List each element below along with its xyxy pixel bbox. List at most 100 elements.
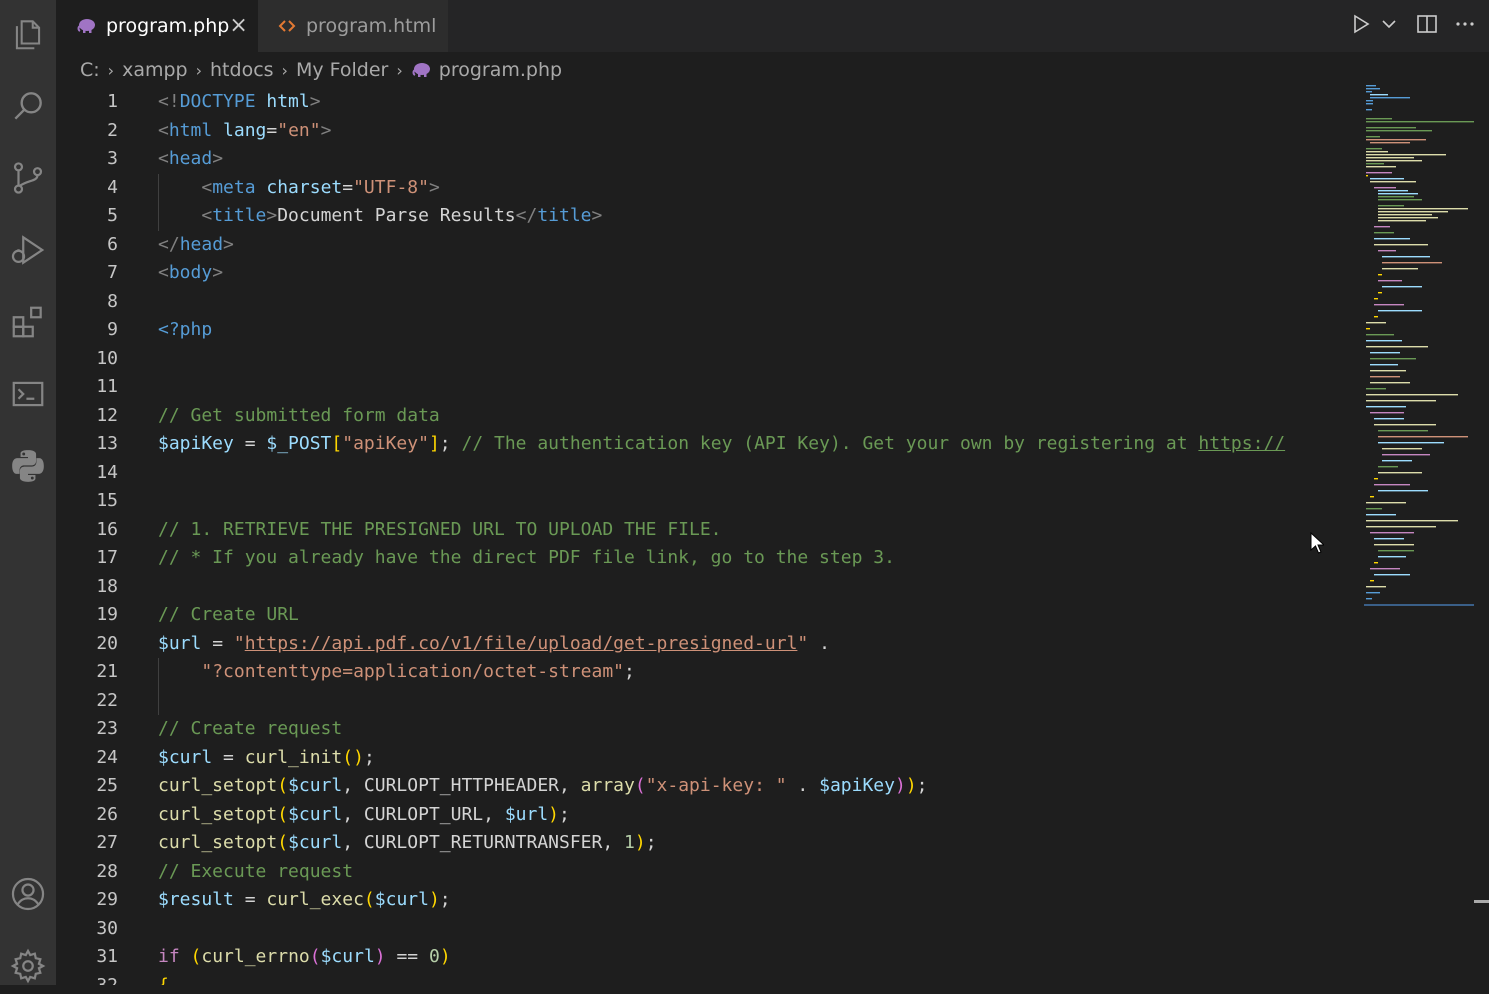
token: Document Parse Results bbox=[277, 205, 516, 226]
token: curl_exec bbox=[266, 889, 364, 910]
settings-gear-icon[interactable] bbox=[0, 938, 56, 994]
line-number: 22 bbox=[96, 689, 118, 711]
code-line: 12 // Get submitted form data bbox=[56, 402, 1358, 431]
token: > bbox=[266, 205, 278, 226]
token: // Create URL bbox=[158, 604, 299, 625]
close-tab-icon[interactable]: × bbox=[229, 15, 247, 37]
line-number: 16 bbox=[96, 518, 118, 540]
explorer-icon[interactable] bbox=[0, 6, 56, 62]
code-line: 24 $curl = curl_init(); bbox=[56, 744, 1358, 773]
token: , CURLOPT_RETURNTRANSFER, bbox=[342, 832, 625, 853]
tab-program-html[interactable]: program.html bbox=[258, 0, 448, 52]
line-number: 20 bbox=[96, 632, 118, 654]
line-number: 2 bbox=[107, 119, 118, 141]
token: > bbox=[591, 205, 603, 226]
token: curl_setopt bbox=[158, 832, 278, 853]
code-line: 28 // Execute request bbox=[56, 858, 1358, 887]
token: ; bbox=[624, 661, 635, 682]
code-line: 9 <?php bbox=[56, 316, 1358, 345]
token: () bbox=[342, 746, 364, 768]
breadcrumb-separator: › bbox=[281, 60, 288, 80]
line-number: 3 bbox=[107, 148, 118, 169]
token: ( bbox=[277, 832, 289, 853]
run-icon[interactable] bbox=[1349, 12, 1373, 40]
code-editor[interactable]: 1 <!DOCTYPE html> 2 <html lang="en"> 3 <hea… bbox=[56, 88, 1358, 985]
token: ( bbox=[277, 803, 289, 825]
chevron-down-icon[interactable] bbox=[1377, 12, 1401, 40]
breadcrumb-item[interactable]: htdocs bbox=[210, 59, 274, 81]
line-number: 24 bbox=[96, 746, 118, 768]
token: $curl bbox=[374, 889, 429, 910]
code-line: 3 <head> bbox=[56, 145, 1358, 174]
token: ] bbox=[428, 433, 440, 454]
breadcrumb-item[interactable]: C: bbox=[80, 59, 100, 81]
code-line: 11 bbox=[56, 373, 1358, 402]
php-elephant-icon bbox=[76, 18, 96, 34]
line-number: 18 bbox=[96, 575, 118, 597]
scrollbar-thumb[interactable] bbox=[1474, 900, 1489, 903]
token: // Execute request bbox=[158, 860, 354, 882]
line-number: 11 bbox=[96, 376, 118, 397]
source-control-icon[interactable] bbox=[0, 150, 56, 206]
run-debug-icon[interactable] bbox=[0, 222, 56, 278]
token: > bbox=[428, 176, 440, 198]
code-line: 16 // 1. RETRIEVE THE PRESIGNED URL TO UP… bbox=[56, 516, 1358, 545]
token: < bbox=[158, 205, 213, 226]
code-line: 32 { bbox=[56, 972, 1358, 986]
code-line: 15 bbox=[56, 487, 1358, 516]
account-icon[interactable] bbox=[0, 866, 56, 922]
token: <?php bbox=[158, 319, 213, 340]
token: "UTF-8" bbox=[353, 176, 429, 198]
line-number: 32 bbox=[96, 974, 118, 986]
code-line: 6 </head> bbox=[56, 231, 1358, 260]
line-number: 19 bbox=[96, 604, 118, 625]
breadcrumb-item[interactable]: program.php bbox=[439, 59, 562, 81]
token: ( bbox=[277, 775, 289, 796]
token: lang bbox=[212, 119, 267, 141]
breadcrumb-item[interactable]: My Folder bbox=[296, 59, 388, 81]
extensions-icon[interactable] bbox=[0, 294, 56, 350]
line-number: 10 bbox=[96, 347, 118, 369]
more-actions-icon[interactable] bbox=[1453, 12, 1477, 40]
token: $apiKey bbox=[819, 775, 895, 796]
token: // The authentication key (API Key). Get… bbox=[461, 433, 1199, 454]
line-number: 21 bbox=[96, 661, 118, 682]
token: ( bbox=[309, 946, 321, 967]
token: ; bbox=[559, 803, 570, 825]
breadcrumb-item[interactable]: xampp bbox=[122, 59, 188, 81]
token: = bbox=[266, 119, 278, 141]
split-editor-icon[interactable] bbox=[1415, 12, 1439, 40]
breadcrumb: C: › xampp › htdocs › My Folder › progra… bbox=[80, 52, 1489, 88]
token: </ bbox=[515, 205, 538, 226]
code-line: 22 bbox=[56, 686, 1358, 715]
tab-program-php[interactable]: program.php × bbox=[56, 0, 258, 52]
token: ) bbox=[439, 946, 451, 967]
token[interactable]: https:// bbox=[1198, 433, 1285, 454]
token: ; bbox=[363, 746, 375, 768]
code-line: 21 "?contenttype=application/octet-strea… bbox=[56, 658, 1358, 687]
line-number: 9 bbox=[107, 319, 118, 340]
terminal-icon[interactable] bbox=[0, 366, 56, 422]
python-icon[interactable] bbox=[0, 438, 56, 494]
token: title bbox=[537, 205, 592, 226]
minimap-slider[interactable] bbox=[1364, 82, 1474, 606]
token: , CURLOPT_HTTPHEADER, bbox=[342, 775, 581, 796]
token: > bbox=[320, 119, 332, 141]
token: $apiKey bbox=[158, 433, 234, 454]
token: $curl bbox=[158, 746, 213, 768]
token: . bbox=[786, 775, 820, 796]
tab-label: program.html bbox=[306, 15, 437, 37]
mouse-pointer-icon bbox=[1310, 532, 1324, 554]
token[interactable]: https://api.pdf.co/v1/file/upload/get-pr… bbox=[245, 633, 798, 654]
code-line: 31 if (curl_errno($curl) == 0) bbox=[56, 943, 1358, 972]
code-line: 30 bbox=[56, 915, 1358, 944]
line-number: 7 bbox=[107, 262, 118, 283]
token: ( bbox=[634, 775, 646, 796]
line-number: 13 bbox=[96, 433, 118, 454]
vertical-scrollbar[interactable] bbox=[1474, 82, 1489, 985]
token: > bbox=[212, 262, 224, 283]
token: ( bbox=[363, 889, 375, 910]
search-icon[interactable] bbox=[0, 78, 56, 134]
